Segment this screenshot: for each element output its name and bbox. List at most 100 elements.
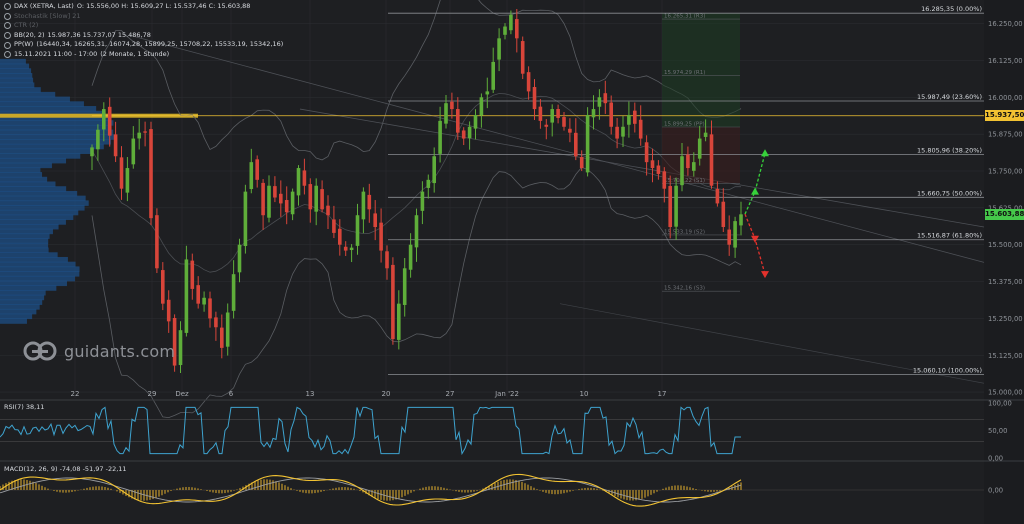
macd-histogram-bar — [374, 490, 376, 498]
macd-histogram-bar — [194, 487, 196, 490]
macd-histogram-bar — [389, 490, 391, 501]
candle-body — [184, 259, 189, 333]
price-tick-label: 15.875,00 — [988, 131, 1023, 139]
volume-profile-bar — [0, 299, 43, 305]
macd-histogram-bar — [527, 484, 529, 490]
macd-histogram-bar — [158, 490, 160, 497]
candle-body — [544, 124, 549, 127]
time-tick-label: 22 — [71, 390, 80, 398]
macd-histogram-bar — [281, 483, 283, 490]
macd-tick-label: 0,00 — [988, 487, 1003, 495]
macd-histogram-bar — [209, 490, 211, 492]
candle-body — [196, 285, 200, 304]
candle-body — [627, 114, 631, 125]
macd-histogram-bar — [200, 489, 202, 490]
candle-body — [686, 154, 690, 169]
instrument-name[interactable]: DAX (XETRA, Last) — [14, 2, 74, 12]
bb-label[interactable]: BB(20, 2) — [14, 31, 45, 41]
macd-histogram-bar — [476, 490, 478, 491]
candle-body — [214, 317, 218, 328]
macd-histogram-bar — [548, 490, 550, 494]
candle-body — [349, 247, 354, 251]
macd-histogram-bar — [680, 485, 682, 490]
macd-histogram-bar — [41, 485, 43, 490]
macd-histogram-bar — [185, 486, 187, 490]
candle-body — [633, 110, 637, 124]
macd-histogram-bar — [101, 486, 103, 490]
pivot-label: 15.342,16 (S3) — [664, 286, 705, 292]
macd-histogram-bar — [710, 490, 712, 492]
candle-body — [497, 38, 501, 60]
macd-histogram-bar — [299, 490, 301, 492]
candle-body — [585, 114, 590, 173]
macd-histogram-bar — [626, 490, 628, 501]
candle-body — [379, 222, 383, 251]
candle-body — [131, 138, 136, 165]
macd-histogram-bar — [230, 490, 232, 492]
macd-histogram-bar — [155, 490, 157, 498]
legend-row-ctr: CTR (2) — [4, 21, 283, 31]
time-tick-label: 10 — [580, 390, 589, 398]
macd-histogram-bar — [530, 486, 532, 490]
macd-histogram-bar — [332, 488, 334, 490]
candle-body — [479, 97, 484, 116]
macd-histogram-bar — [437, 486, 439, 490]
ctr-label[interactable]: CTR (2) — [14, 21, 38, 31]
candle-body — [509, 14, 513, 31]
macd-histogram-bar — [413, 490, 415, 492]
macd-histogram-bar — [638, 490, 640, 500]
macd-histogram-bar — [542, 490, 544, 492]
macd-label[interactable]: MACD(12, 26, 9) -74,08 -51,97 -22,11 — [4, 465, 127, 473]
pp-label[interactable]: PP(W) — [14, 40, 33, 50]
candle-body — [225, 312, 230, 347]
macd-histogram-bar — [584, 487, 586, 490]
macd-histogram-bar — [632, 490, 634, 501]
ohlc-values: O: 15.556,00 H: 15.609,27 L: 15.537,46 C… — [76, 2, 251, 10]
volume-profile-bar — [0, 247, 49, 254]
volume-profile-bar — [0, 271, 80, 277]
time-tick-label: 20 — [382, 390, 391, 398]
macd-histogram-bar — [440, 487, 442, 490]
macd-histogram-bar — [23, 479, 25, 490]
volume-profile-bar — [0, 261, 76, 268]
macd-histogram-bar — [533, 487, 535, 490]
macd-histogram-bar — [695, 489, 697, 490]
macd-histogram-bar — [641, 490, 643, 499]
logo-text: guidants.com — [64, 341, 176, 361]
macd-histogram-bar — [377, 490, 379, 500]
pivot-label: 15.974,29 (R1) — [664, 70, 705, 76]
macd-histogram-bar — [59, 490, 61, 493]
macd-histogram-bar — [179, 487, 181, 490]
visibility-icon[interactable] — [4, 22, 11, 30]
visibility-icon[interactable] — [4, 3, 11, 11]
volume-profile-bar — [0, 157, 67, 164]
candle-body — [491, 61, 495, 90]
candle-body — [674, 185, 678, 227]
stochastic-label[interactable]: Stochastik [Slow] 21 — [14, 12, 81, 22]
macd-histogram-bar — [95, 486, 97, 490]
macd-histogram-bar — [380, 490, 382, 500]
candle-body — [161, 270, 165, 304]
macd-histogram-bar — [305, 490, 307, 494]
candle-body — [668, 186, 672, 228]
chart-legend: DAX (XETRA, Last) O: 15.556,00 H: 15.609… — [4, 2, 283, 60]
candle-body — [314, 185, 318, 212]
candle-body — [739, 214, 743, 226]
candle-body — [302, 170, 307, 186]
macd-histogram-bar — [140, 490, 142, 501]
visibility-icon[interactable] — [4, 41, 11, 49]
candle-body — [290, 191, 295, 215]
macd-histogram-bar — [215, 490, 217, 493]
macd-histogram-bar — [623, 490, 625, 500]
candle-body — [202, 297, 206, 305]
rsi-label[interactable]: RSI(7) 38,11 — [4, 403, 44, 411]
candle-body — [96, 129, 100, 150]
visibility-icon[interactable] — [4, 32, 11, 40]
volume-profile-bar — [0, 167, 41, 173]
volume-profile-bar — [0, 91, 56, 98]
volume-profile-bar — [0, 266, 80, 272]
macd-histogram-bar — [236, 489, 238, 490]
visibility-icon[interactable] — [4, 12, 11, 20]
candle-body — [119, 157, 124, 189]
volume-profile-bar — [0, 143, 104, 150]
